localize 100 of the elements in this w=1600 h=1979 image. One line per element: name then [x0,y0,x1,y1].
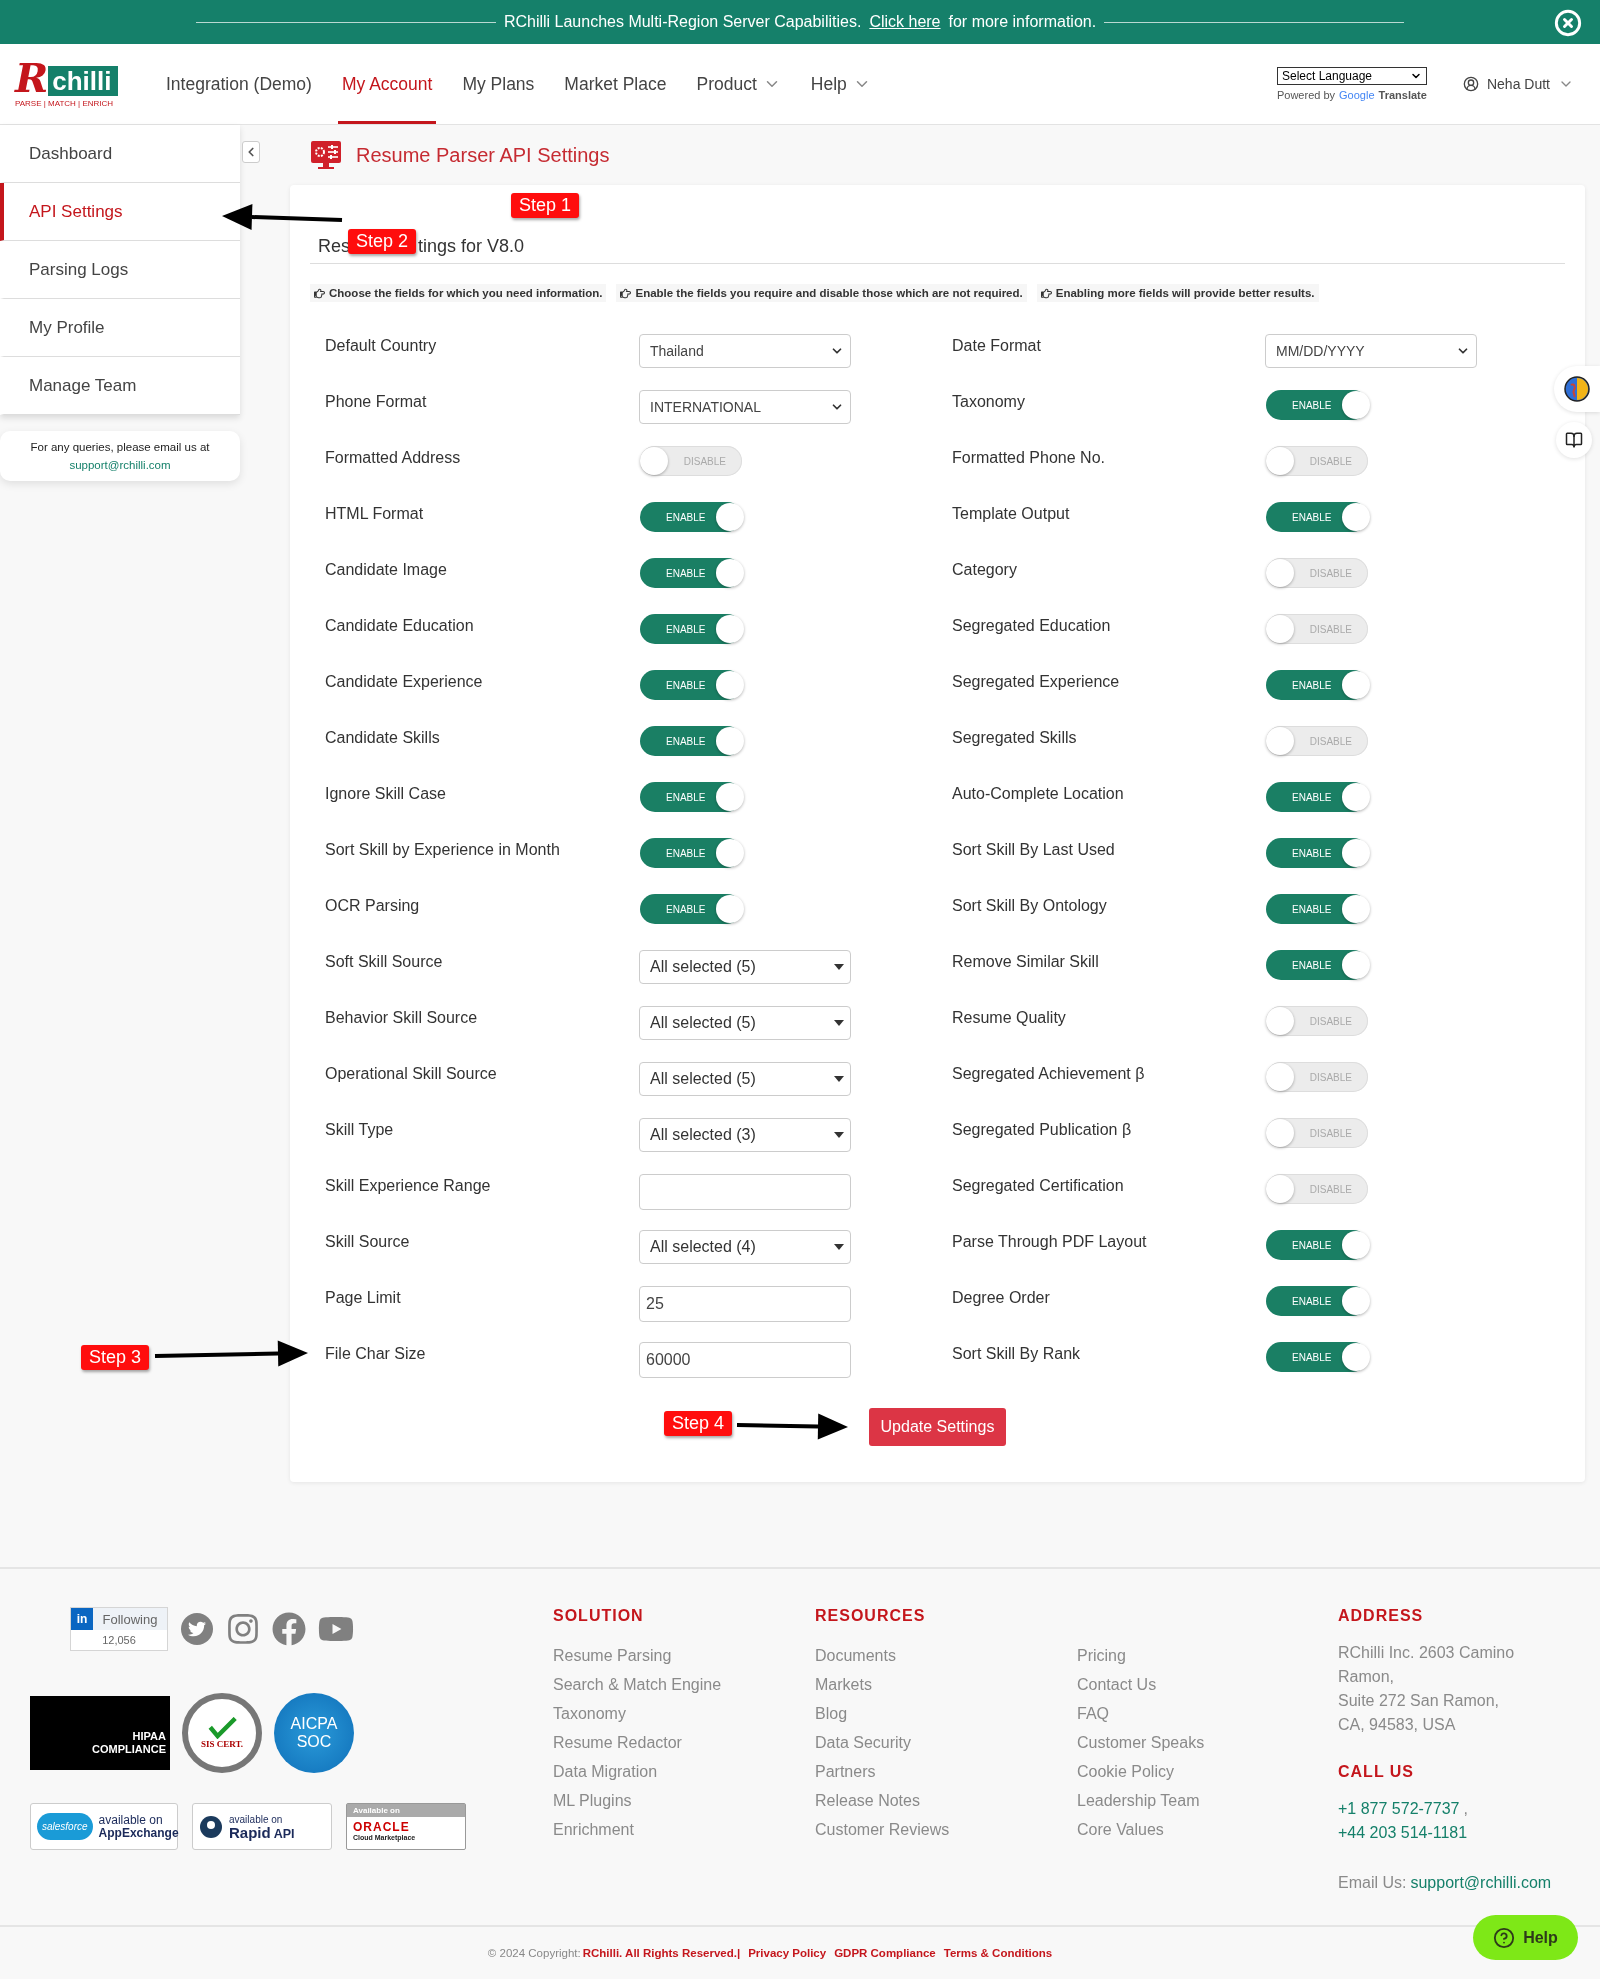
toggle-switch[interactable]: ENABLE [640,670,742,700]
user-menu[interactable]: Neha Dutt [1456,75,1580,93]
footer-link[interactable]: Partners [815,1757,1077,1786]
toggle-switch[interactable]: ENABLE [640,894,742,924]
phone-link[interactable]: +1 877 572-7737 [1338,1797,1460,1821]
input-field[interactable]: 25 [639,1286,851,1322]
toggle-switch[interactable]: ENABLE [1266,502,1368,532]
help-text: For any queries, please email us at [30,441,210,453]
footer-link[interactable]: Blog [815,1699,1077,1728]
footer-link[interactable]: Documents [815,1641,1077,1670]
field-label: Candidate Experience [325,672,484,692]
sidebar-item[interactable]: Manage Team [0,357,240,415]
nav-link[interactable]: Product [692,44,785,124]
footer-link[interactable]: FAQ [1077,1699,1338,1728]
toggle-switch[interactable]: ENABLE [1266,894,1368,924]
footer-link[interactable]: Markets [815,1670,1077,1699]
toggle-switch[interactable]: ENABLE [1266,1230,1368,1260]
sidebar-item[interactable]: My Profile [0,299,240,357]
field-label: Segregated Experience [952,672,1121,692]
globe-button[interactable] [1554,366,1600,412]
multiselect-field[interactable]: All selected (5) [639,1062,851,1096]
footer-link[interactable]: Data Migration [553,1757,815,1786]
toggle-switch[interactable]: ENABLE [1266,838,1368,868]
caret-down-icon [834,1020,844,1026]
google-wordmark: Google [1339,89,1375,101]
select-field[interactable]: INTERNATIONAL [639,390,851,424]
multiselect-field[interactable]: All selected (4) [639,1230,851,1264]
toggle-switch[interactable]: ENABLE [1266,782,1368,812]
footer-link[interactable]: Customer Reviews [815,1815,1077,1844]
field-label: Candidate Education [325,616,475,636]
field-label: Parse Through PDF Layout [952,1232,1148,1252]
linkedin-follow-widget[interactable]: in Following 12,056 [70,1607,168,1651]
phone-link[interactable]: +44 203 514-1181 [1338,1821,1600,1845]
translate-text: Translate [1378,89,1427,101]
help-button[interactable]: Help [1473,1915,1578,1960]
footer-link[interactable]: Core Values [1077,1815,1338,1844]
select-field[interactable]: Thailand [639,334,851,368]
language-select[interactable]: Select Language [1276,67,1427,85]
pointing-hand-icon [1040,287,1052,299]
toggle-switch[interactable]: ENABLE [640,782,742,812]
field-label: Skill Experience Range [325,1176,492,1196]
instagram-icon[interactable] [226,1612,260,1646]
toggle-switch[interactable]: ENABLE [640,502,742,532]
footer-heading: SOLUTION [553,1607,645,1626]
toggle-switch[interactable]: ENABLE [640,614,742,644]
footer-link[interactable]: Taxonomy [553,1699,815,1728]
email-link[interactable]: support@rchilli.com [69,459,171,471]
footer-link[interactable]: Resume Redactor [553,1728,815,1757]
input-field[interactable] [639,1174,851,1210]
multiselect-field[interactable]: All selected (5) [639,1006,851,1040]
multiselect-field[interactable]: All selected (5) [639,950,851,984]
company-link[interactable]: RChilli. All Rights Reserved.| [582,1947,741,1959]
email-label: Email Us: [1338,1873,1407,1893]
input-field[interactable]: 60000 [639,1342,851,1378]
footer-link[interactable]: Cookie Policy [1077,1757,1338,1786]
nav-link[interactable]: Market Place [560,44,671,124]
footer-link[interactable]: Pricing [1077,1641,1338,1670]
page-title: Resume Parser API Settings [356,143,610,167]
multiselect-field[interactable]: All selected (3) [639,1118,851,1152]
field-label: Resume Quality [952,1008,1067,1028]
banner-link[interactable]: Click here [869,13,941,31]
footer-link[interactable]: Customer Speaks [1077,1728,1338,1757]
close-button[interactable] [1554,9,1582,37]
toggle-switch[interactable]: ENABLE [1266,1286,1368,1316]
toggle-switch[interactable]: ENABLE [1266,670,1368,700]
email-link[interactable]: support@rchilli.com [1410,1871,1552,1895]
toggle-switch[interactable]: ENABLE [640,838,742,868]
footer-link[interactable]: Resume Parsing [553,1641,815,1670]
address-line: CA, 94583, USA [1338,1715,1457,1735]
sidebar-item[interactable]: Parsing Logs [0,241,240,299]
facebook-icon[interactable] [272,1612,306,1646]
footer-link[interactable]: Contact Us [1077,1670,1338,1699]
field-label: Segregated Publication β [952,1120,1133,1140]
update-settings-button[interactable]: Update Settings [868,1408,1007,1446]
footer-link[interactable]: Search & Match Engine [553,1670,815,1699]
step-label: Step 3 [81,1345,150,1370]
collapse-button[interactable] [242,141,260,163]
footer-link[interactable]: Privacy Policy [748,1947,827,1959]
toggle-switch[interactable]: ENABLE [1266,950,1368,980]
nav-link[interactable]: My Plans [458,44,539,124]
footer-link[interactable]: Data Security [815,1728,1077,1757]
select-field[interactable]: MM/DD/YYYY [1265,334,1477,368]
toggle-switch[interactable]: ENABLE [1266,1342,1368,1372]
twitter-icon[interactable] [180,1612,214,1646]
nav-link[interactable]: Integration (Demo) [162,44,316,124]
sidebar-item[interactable]: Dashboard [0,125,240,183]
store-badge[interactable]: available on Rapid API [192,1803,332,1850]
footer-link[interactable]: Release Notes [815,1786,1077,1815]
nav-link[interactable]: My Account [337,44,437,124]
toggle-switch[interactable]: ENABLE [640,558,742,588]
footer-link[interactable]: Enrichment [553,1815,815,1844]
nav-link[interactable]: Help [806,44,875,124]
toggle-switch[interactable]: ENABLE [640,726,742,756]
user-icon [1462,76,1479,92]
toggle-switch[interactable]: ENABLE [1266,390,1368,420]
footer-link[interactable]: GDPR Compliance [834,1947,936,1959]
footer-link[interactable]: Leadership Team [1077,1786,1338,1815]
footer-link[interactable]: Terms & Conditions [943,1947,1053,1959]
footer-heading: RESOURCES [815,1607,927,1626]
footer-link[interactable]: ML Plugins [553,1786,815,1815]
